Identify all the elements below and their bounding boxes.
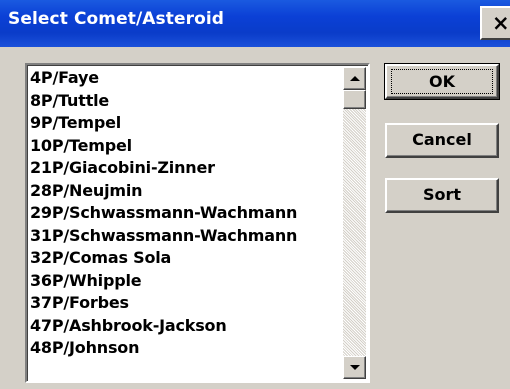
title-bar[interactable]: Select Comet/Asteroid ×	[0, 0, 510, 47]
list-item[interactable]: 48P/Johnson	[29, 337, 342, 360]
ok-button-label: OK	[391, 69, 493, 94]
list-item[interactable]: 4P/Faye	[29, 67, 342, 90]
list-item[interactable]: 36P/Whipple	[29, 270, 342, 293]
vertical-scrollbar[interactable]	[343, 67, 366, 379]
ok-button[interactable]: OK	[384, 63, 500, 100]
list-item[interactable]: 31P/Schwassmann-Wachmann	[29, 225, 342, 248]
close-icon: ×	[492, 11, 510, 35]
close-button[interactable]: ×	[480, 6, 510, 40]
scroll-up-button[interactable]	[343, 67, 366, 90]
sort-button[interactable]: Sort	[385, 178, 499, 213]
cancel-button[interactable]: Cancel	[385, 123, 499, 158]
scroll-down-button[interactable]	[343, 356, 366, 379]
window-title: Select Comet/Asteroid	[8, 9, 225, 29]
list-item[interactable]: 28P/Neujmin	[29, 180, 342, 203]
arrow-up-icon	[350, 76, 360, 81]
list-item[interactable]: 37P/Forbes	[29, 292, 342, 315]
scroll-thumb[interactable]	[343, 90, 366, 109]
list-item[interactable]: 8P/Tuttle	[29, 90, 342, 113]
comet-listbox[interactable]: 4P/Faye 8P/Tuttle 9P/Tempel 10P/Tempel 2…	[25, 63, 370, 383]
list-item[interactable]: 10P/Tempel	[29, 135, 342, 158]
dialog-body: 4P/Faye 8P/Tuttle 9P/Tempel 10P/Tempel 2…	[0, 47, 510, 389]
list-item[interactable]: 32P/Comas Sola	[29, 247, 342, 270]
list-items: 4P/Faye 8P/Tuttle 9P/Tempel 10P/Tempel 2…	[29, 67, 342, 360]
list-item[interactable]: 29P/Schwassmann-Wachmann	[29, 202, 342, 225]
arrow-down-icon	[350, 365, 360, 370]
list-item[interactable]: 9P/Tempel	[29, 112, 342, 135]
list-item[interactable]: 21P/Giacobini-Zinner	[29, 157, 342, 180]
list-item[interactable]: 47P/Ashbrook-Jackson	[29, 315, 342, 338]
